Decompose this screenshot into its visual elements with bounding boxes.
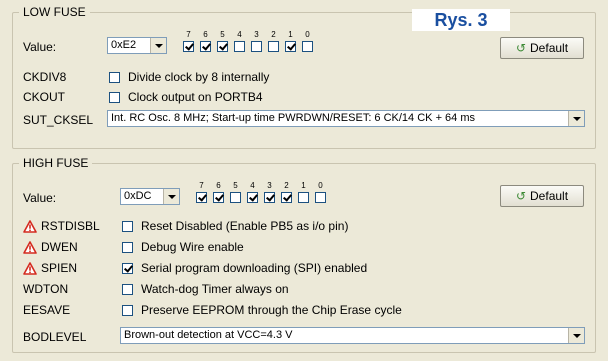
bit-number-1: 1 xyxy=(301,181,306,190)
eesave-desc: Preserve EEPROM through the Chip Erase c… xyxy=(141,303,402,317)
bit-number-4: 4 xyxy=(250,181,255,190)
ckdiv8-checkbox[interactable] xyxy=(109,72,120,83)
bit-1-checkbox[interactable] xyxy=(298,192,309,203)
bit-number-5: 5 xyxy=(233,181,238,190)
bit-number-2: 2 xyxy=(271,30,276,39)
spien-label: SPIEN xyxy=(41,261,78,275)
eesave-checkbox[interactable] xyxy=(122,305,133,316)
bit-number-5: 5 xyxy=(220,30,225,39)
bit-0-checkbox[interactable] xyxy=(302,41,313,52)
high-default-label: Default xyxy=(530,189,569,203)
eesave-label: EESAVE xyxy=(23,303,71,317)
chevron-down-icon xyxy=(150,38,166,53)
bit-3-checkbox[interactable] xyxy=(251,41,262,52)
bit-number-2: 2 xyxy=(284,181,289,190)
low-value-select[interactable]: 0xE2 xyxy=(107,37,167,54)
bit-number-4: 4 xyxy=(237,30,242,39)
bit-number-3: 3 xyxy=(267,181,272,190)
bit-number-7: 7 xyxy=(199,181,204,190)
bodlevel-text: Brown-out detection at VCC=4.3 V xyxy=(124,329,293,341)
bit-number-7: 7 xyxy=(186,30,191,39)
rstdisbl-label: RSTDISBL xyxy=(41,219,100,233)
dwen-desc: Debug Wire enable xyxy=(141,240,244,254)
bodlevel-select[interactable]: Brown-out detection at VCC=4.3 V xyxy=(120,327,585,344)
bit-number-0: 0 xyxy=(318,181,323,190)
bit-0-checkbox[interactable] xyxy=(315,192,326,203)
bit-5-checkbox[interactable] xyxy=(217,41,228,52)
bit-7-checkbox[interactable] xyxy=(183,41,194,52)
low-value-text: 0xE2 xyxy=(111,39,137,51)
figure-badge: Rys. 3 xyxy=(412,9,510,31)
reset-arrow-icon: ↺ xyxy=(515,41,527,55)
spien-checkbox[interactable] xyxy=(122,263,133,274)
sut-cksel-text: Int. RC Osc. 8 MHz; Start-up time PWRDWN… xyxy=(111,112,475,124)
bit-2-checkbox[interactable] xyxy=(281,192,292,203)
high-value-label: Value: xyxy=(23,191,57,205)
bit-4-checkbox[interactable] xyxy=(234,41,245,52)
ckdiv8-desc: Divide clock by 8 internally xyxy=(128,70,270,84)
sut-cksel-select[interactable]: Int. RC Osc. 8 MHz; Start-up time PWRDWN… xyxy=(107,110,585,127)
bit-5-checkbox[interactable] xyxy=(230,192,241,203)
bit-number-1: 1 xyxy=(288,30,293,39)
wdton-checkbox[interactable] xyxy=(122,284,133,295)
bit-6-checkbox[interactable] xyxy=(213,192,224,203)
warning-triangle-icon xyxy=(23,262,37,275)
warning-triangle-icon xyxy=(23,220,37,233)
ckout-desc: Clock output on PORTB4 xyxy=(128,90,263,104)
spien-desc: Serial program downloading (SPI) enabled xyxy=(141,261,368,275)
bit-3-checkbox[interactable] xyxy=(264,192,275,203)
low-fuse-group: LOW FUSE Value: 0xE2 76543210 ↺ Default … xyxy=(12,5,596,149)
low-default-label: Default xyxy=(530,41,569,55)
bit-7-checkbox[interactable] xyxy=(196,192,207,203)
bit-4-checkbox[interactable] xyxy=(247,192,258,203)
ckout-checkbox[interactable] xyxy=(109,92,120,103)
high-fuse-title: HIGH FUSE xyxy=(19,156,93,170)
sut-cksel-label: SUT_CKSEL xyxy=(23,113,94,127)
high-fuse-group: HIGH FUSE Value: 0xDC 7 6 5 4 3 2 1 0 ↺ Default… xyxy=(12,156,596,353)
bodlevel-label: BODLEVEL xyxy=(23,330,87,344)
bit-6-checkbox[interactable] xyxy=(200,41,211,52)
rstdisbl-checkbox[interactable] xyxy=(122,221,133,232)
chevron-down-icon xyxy=(163,189,179,204)
low-fuse-title: LOW FUSE xyxy=(19,5,90,19)
low-default-button[interactable]: ↺ Default xyxy=(500,37,584,59)
chevron-down-icon xyxy=(568,328,584,343)
warning-triangle-icon xyxy=(23,241,37,254)
bit-number-6: 6 xyxy=(216,181,221,190)
bit-1-checkbox[interactable] xyxy=(285,41,296,52)
bit-number-6: 6 xyxy=(203,30,208,39)
low-value-label: Value: xyxy=(23,40,57,54)
bit-number-0: 0 xyxy=(305,30,310,39)
ckout-label: CKOUT xyxy=(23,90,65,104)
wdton-label: WDTON xyxy=(23,282,69,296)
chevron-down-icon xyxy=(568,111,584,126)
dwen-checkbox[interactable] xyxy=(122,242,133,253)
rstdisbl-desc: Reset Disabled (Enable PB5 as i/o pin) xyxy=(141,219,349,233)
bit-2-checkbox[interactable] xyxy=(268,41,279,52)
reset-arrow-icon: ↺ xyxy=(515,189,527,203)
bit-number-3: 3 xyxy=(254,30,259,39)
high-value-text: 0xDC xyxy=(124,190,152,202)
wdton-desc: Watch-dog Timer always on xyxy=(141,282,289,296)
high-value-select[interactable]: 0xDC xyxy=(120,188,180,205)
high-default-button[interactable]: ↺ Default xyxy=(500,185,584,207)
ckdiv8-label: CKDIV8 xyxy=(23,70,67,84)
dwen-label: DWEN xyxy=(41,240,78,254)
